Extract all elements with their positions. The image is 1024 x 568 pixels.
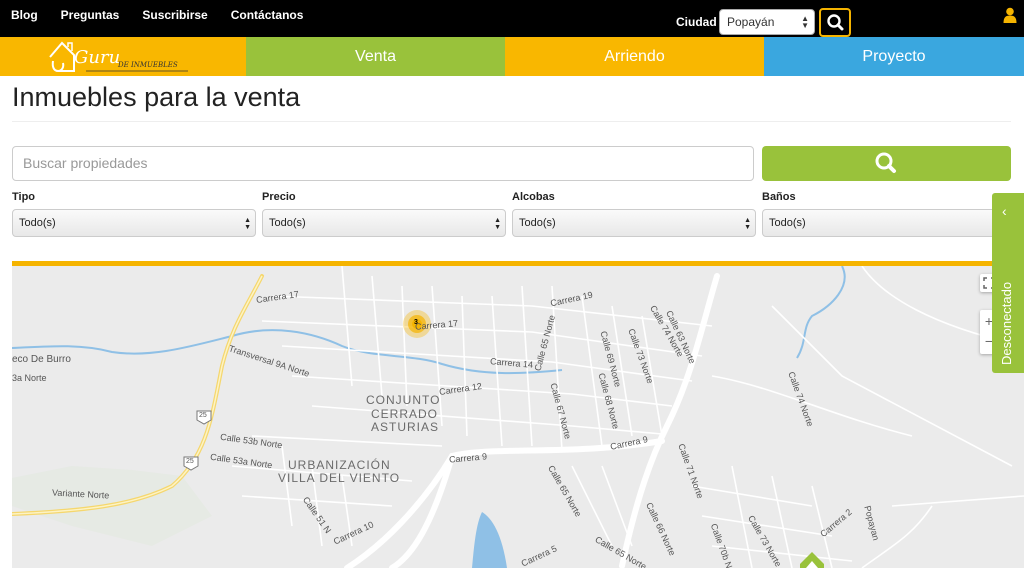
map-label: eco De Burro	[12, 354, 71, 365]
filter-value: Todo(s)	[19, 217, 56, 229]
map-label: Carrera 17	[255, 289, 300, 305]
map-label: Transversal 9A Norte	[227, 343, 311, 379]
city-select-value: Popayán	[727, 15, 775, 29]
map-label: Carrera 9	[448, 451, 488, 465]
map-label: Calle 73 Norte	[746, 513, 784, 568]
map-label: 3a Norte	[12, 373, 47, 383]
city-select[interactable]: Popayán ▲ ▼	[719, 9, 815, 35]
map-area-label: CERRADO	[371, 407, 439, 421]
filter-label: Baños	[762, 191, 796, 203]
map-label: Carrera 19	[549, 289, 594, 309]
map-label: Calle 74 Norte	[786, 370, 816, 428]
filter-precio: Precio Todo(s) ▲ ▼	[262, 191, 506, 237]
select-arrows-icon: ▲▼	[494, 217, 501, 231]
tab-venta[interactable]: Venta	[246, 37, 505, 76]
route-shield-number: 25	[186, 458, 194, 465]
link-suscribirse[interactable]: Suscribirse	[142, 8, 207, 22]
main-nav: Guru DE INMUEBLES Venta Arriendo Proyect…	[0, 37, 1024, 76]
logo[interactable]: Guru DE INMUEBLES	[0, 37, 246, 76]
title-divider	[12, 121, 1011, 122]
chevron-left-icon: ‹	[1002, 203, 1007, 219]
link-contactanos[interactable]: Contáctanos	[231, 8, 304, 22]
map-labels: Carrera 17 Carrera 19 Carrera 17 Carrera…	[12, 266, 1024, 568]
top-bar: Blog Preguntas Suscribirse Contáctanos C…	[0, 0, 1024, 37]
filter-label: Precio	[262, 191, 296, 203]
filter-label: Alcobas	[512, 191, 555, 203]
status-label: Desconectado	[999, 281, 1014, 365]
map-label: Carrera 10	[331, 519, 376, 547]
search-button[interactable]	[762, 146, 1011, 181]
logo-subtext: DE INMUEBLES	[118, 61, 178, 69]
map-view[interactable]: Carrera 17 Carrera 19 Carrera 17 Carrera…	[12, 266, 1024, 568]
map-label: Calle 53b Norte	[219, 431, 283, 451]
search-input[interactable]: Buscar propiedades	[12, 146, 754, 181]
select-arrows-icon: ▲▼	[744, 217, 751, 231]
select-arrows-icon: ▲▼	[244, 217, 251, 231]
filter-label: Tipo	[12, 191, 36, 203]
filter-alcobas-select[interactable]: Todo(s) ▲ ▼	[512, 209, 756, 237]
map-label: Calle 51 N	[300, 494, 334, 536]
filter-value: Todo(s)	[519, 217, 556, 229]
logo-text: Guru	[74, 47, 121, 68]
map-label: Calle 65 Norte	[593, 534, 649, 568]
tab-arriendo[interactable]: Arriendo	[505, 37, 764, 76]
map-label: Calle 65 Norte	[532, 313, 558, 373]
map-label: Calle 65 Norte	[546, 463, 584, 519]
search-placeholder: Buscar propiedades	[23, 155, 148, 171]
map-label: Calle 66 Norte	[644, 500, 678, 558]
map-label: Carrera 9	[609, 434, 649, 452]
map-label: Carrera 12	[438, 381, 483, 397]
map-label: Carrera 2	[818, 506, 854, 540]
city-label: Ciudad	[676, 15, 717, 29]
map-area-label: URBANIZACIÓN	[288, 458, 391, 472]
filter-value: Todo(s)	[769, 217, 806, 229]
map-label: Carrera 5	[519, 543, 559, 568]
map-label: Calle 53a Norte	[209, 451, 273, 471]
map-label: Calle 67 Norte	[548, 381, 574, 441]
filter-banos-select[interactable]: Todo(s) ▲▼	[762, 209, 1006, 237]
status-side-tab[interactable]: ‹ Desconectado	[992, 193, 1024, 373]
filter-value: Todo(s)	[269, 217, 306, 229]
tab-proyecto[interactable]: Proyecto	[764, 37, 1024, 76]
map-label: Calle 70b N	[708, 522, 735, 568]
filter-alcobas: Alcobas Todo(s) ▲ ▼	[512, 191, 756, 237]
map-label: Carrera 14	[489, 356, 534, 370]
map-label: Carrera 17	[414, 318, 459, 332]
filter-banos: Baños Todo(s) ▲▼	[762, 191, 1006, 237]
map-area-label: CONJUNTO	[366, 393, 441, 407]
filter-precio-select[interactable]: Todo(s) ▲ ▼	[262, 209, 506, 237]
map-label: Calle 73 Norte	[626, 327, 656, 385]
link-preguntas[interactable]: Preguntas	[61, 8, 120, 22]
link-blog[interactable]: Blog	[11, 8, 38, 22]
map-label: Calle 71 Norte	[676, 442, 706, 500]
city-search-button[interactable]	[819, 8, 851, 37]
select-arrows-icon: ▲▼	[801, 14, 809, 30]
map-area-label: VILLA DEL VIENTO	[278, 471, 401, 485]
map-label: Variante Norte	[51, 487, 110, 501]
top-links: Blog Preguntas Suscribirse Contáctanos	[11, 8, 326, 22]
filter-tipo: Tipo Todo(s) ▲ ▼	[12, 191, 256, 237]
search-icon	[827, 14, 844, 31]
page-title: Inmuebles para la venta	[12, 82, 301, 112]
house-logo-icon	[49, 41, 188, 73]
filter-tipo-select[interactable]: Todo(s) ▲ ▼	[12, 209, 256, 237]
cluster-count: 3	[414, 319, 418, 326]
search-icon	[875, 152, 896, 173]
user-icon[interactable]	[1003, 7, 1017, 23]
route-shield-number: 25	[199, 412, 207, 419]
map-label: Popayan	[862, 504, 882, 542]
map-area-label: ASTURIAS	[371, 420, 440, 434]
